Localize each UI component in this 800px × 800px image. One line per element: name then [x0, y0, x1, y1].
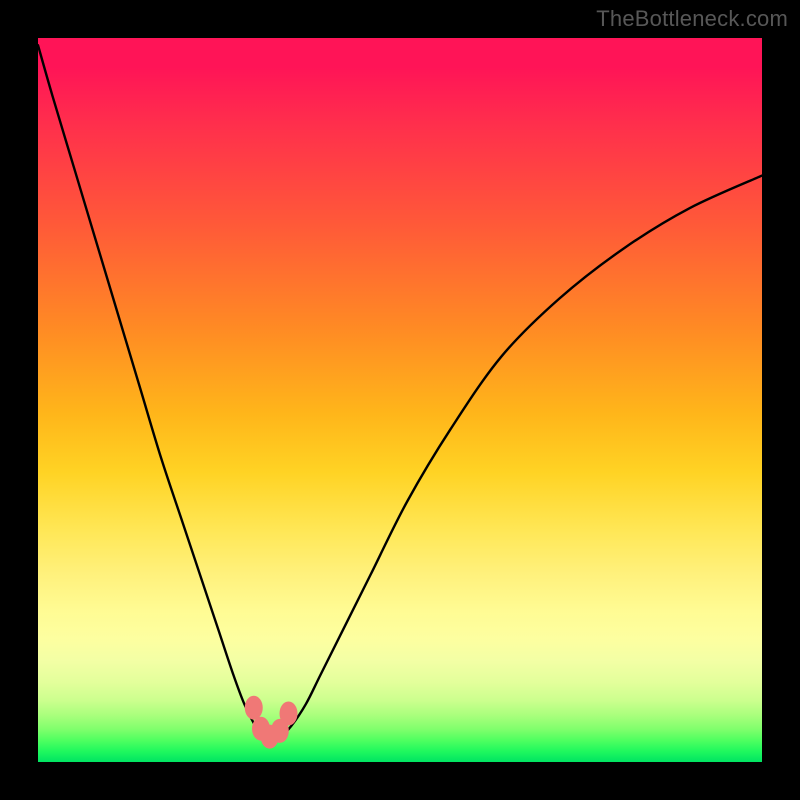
watermark-text: TheBottleneck.com — [596, 6, 788, 32]
curve-marker — [280, 701, 298, 725]
curve-marker — [245, 696, 263, 720]
plot-area — [38, 38, 762, 762]
chart-frame: TheBottleneck.com — [0, 0, 800, 800]
curve-path — [38, 45, 762, 740]
bottleneck-curve — [38, 38, 762, 762]
